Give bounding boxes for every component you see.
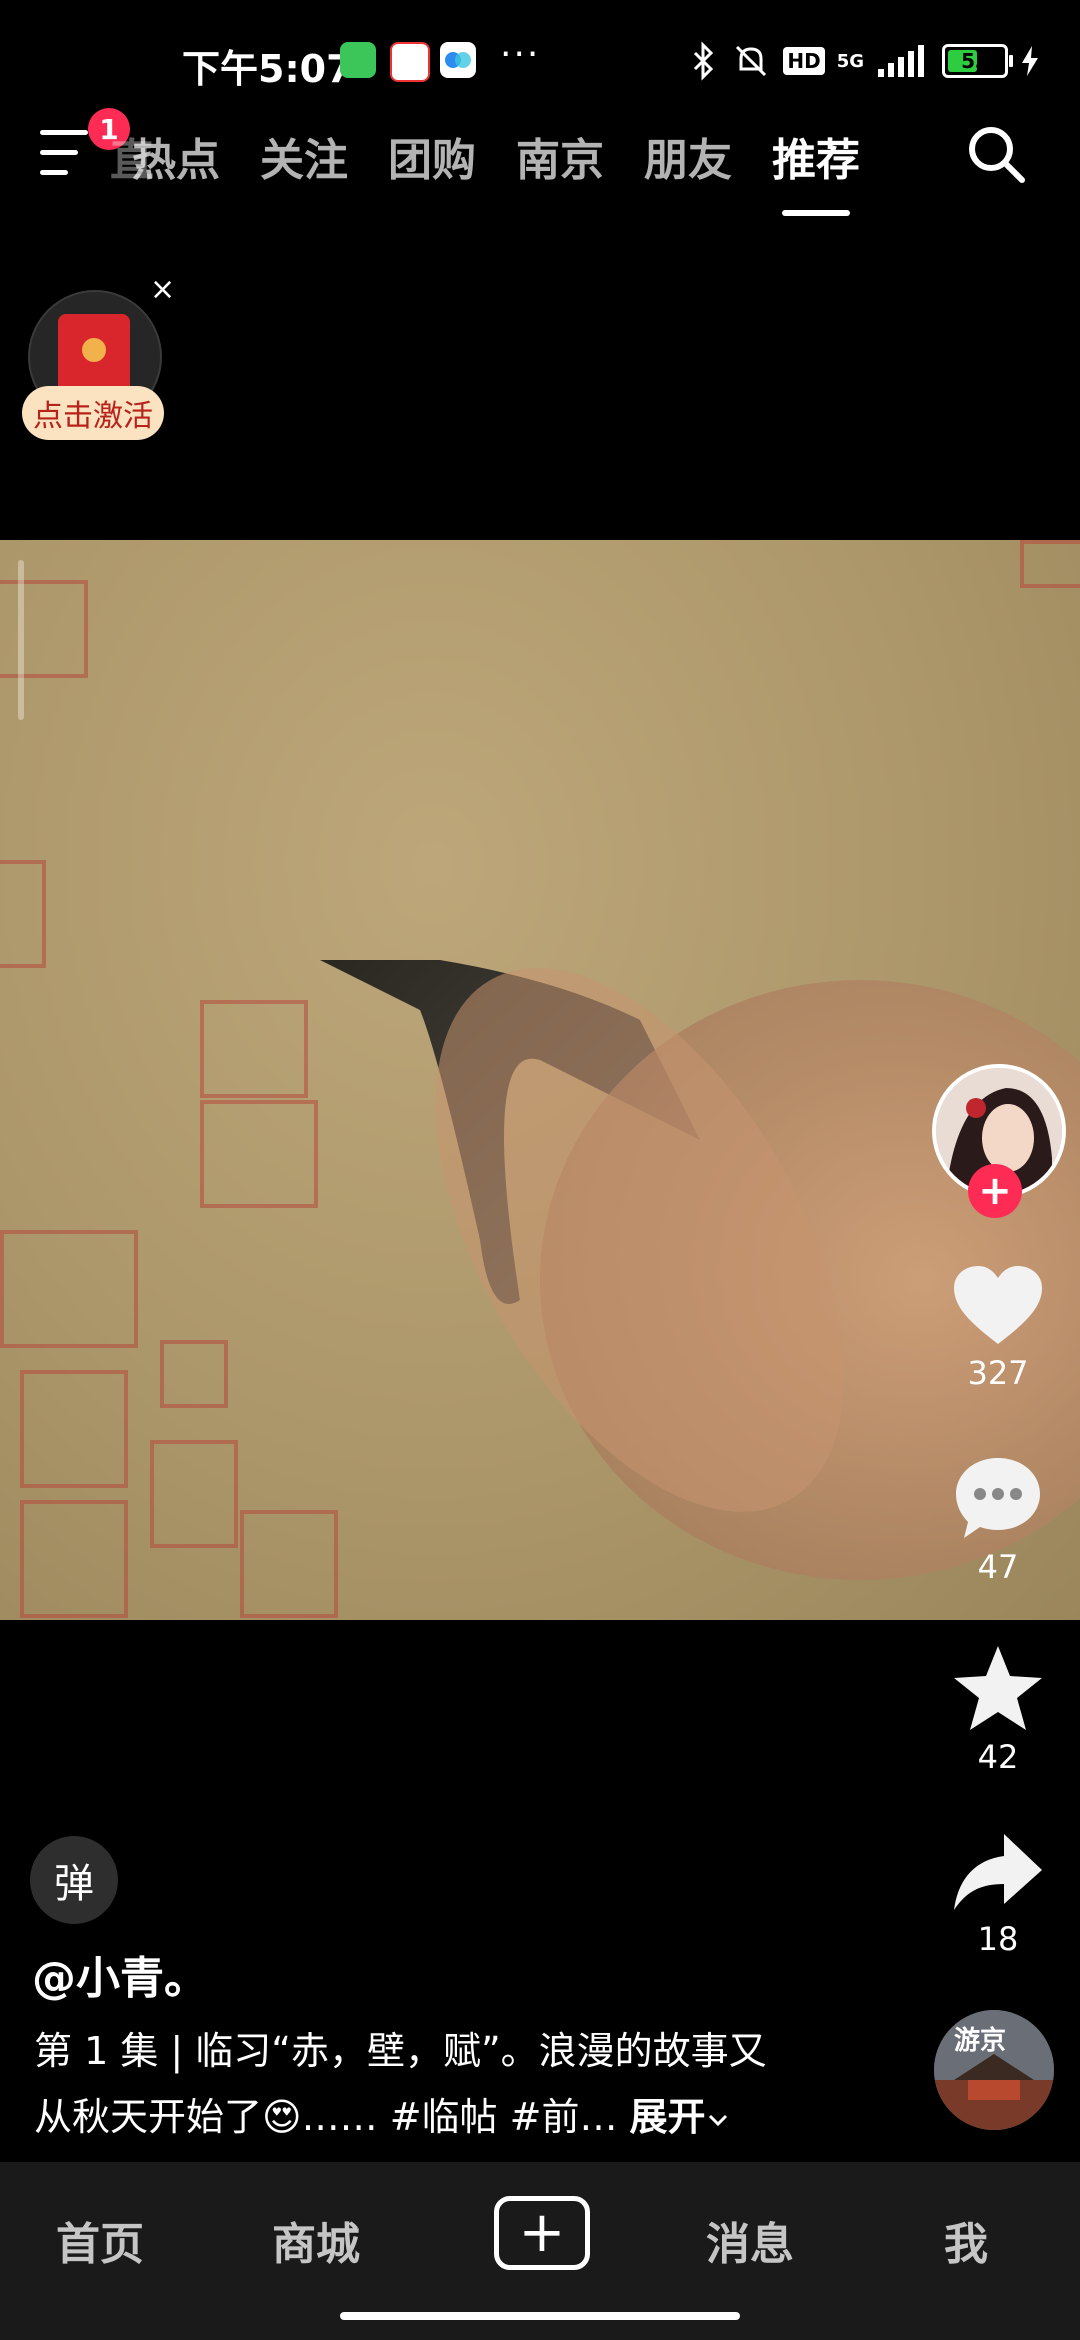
search-icon[interactable] [964, 122, 1028, 186]
music-disc-text: 游京 [954, 2026, 1007, 2056]
tab-friends[interactable]: 朋友 [644, 124, 732, 188]
author-name[interactable]: @小青。 [32, 1942, 208, 2006]
signal-icon [878, 45, 924, 77]
home-indicator[interactable] [340, 2312, 740, 2320]
share-arrow-icon [954, 1834, 1042, 1910]
like-count: 327 [967, 1354, 1029, 1392]
expand-button[interactable]: 展开 [630, 2095, 706, 2139]
bottom-nav-home[interactable]: 首页 [56, 2208, 144, 2272]
like-button[interactable]: 327 [934, 1264, 1062, 1392]
scroll-indicator [18, 560, 24, 720]
favorite-count: 42 [977, 1738, 1019, 1776]
close-icon[interactable]: × [150, 272, 175, 307]
comment-count: 47 [977, 1548, 1019, 1586]
share-count: 18 [977, 1920, 1019, 1958]
follow-button[interactable]: + [968, 1164, 1022, 1218]
create-post-button[interactable]: + [494, 2196, 590, 2270]
star-icon [954, 1646, 1042, 1730]
app-cloud-icon [440, 42, 476, 78]
bell-muted-icon [736, 45, 767, 77]
bottom-nav-mall[interactable]: 商城 [272, 2208, 360, 2272]
status-time: 下午5:07 [182, 47, 353, 91]
post-description-text: 从秋天开始了😍…… #临帖 #前… [34, 2095, 618, 2139]
hd-icon: HD [783, 47, 825, 75]
battery-icon: 53 [942, 44, 1013, 78]
red-envelope-seal-icon [82, 338, 106, 362]
app-58-icon [390, 42, 430, 82]
post-description-line-2: 从秋天开始了😍…… #临帖 #前… 展开 [34, 2086, 730, 2141]
calligraphy-brush-image [320, 960, 1080, 1580]
danmu-toggle-button[interactable]: 弹 [30, 1836, 118, 1924]
bluetooth-icon [694, 41, 714, 81]
charging-icon [1022, 46, 1038, 76]
menu-icon[interactable] [40, 130, 96, 176]
app-notification-icon [340, 42, 376, 78]
top-nav-tabs: 热点 关注 团购 南京 朋友 推荐 [132, 124, 860, 216]
chevron-down-icon[interactable] [706, 2108, 730, 2132]
bottom-nav-messages[interactable]: 消息 [706, 2208, 794, 2272]
tab-nanjing[interactable]: 南京 [516, 124, 604, 188]
post-description-line-1: 第 1 集 | 临习“赤，壁，赋”。浪漫的故事又 [34, 2029, 767, 2073]
favorite-button[interactable]: 42 [934, 1644, 1062, 1776]
share-button[interactable]: 18 [934, 1830, 1062, 1958]
comment-button[interactable]: 47 [934, 1454, 1062, 1586]
battery-level: 53 [961, 49, 989, 73]
video-player[interactable] [0, 540, 1080, 1620]
tab-hot[interactable]: 热点 [132, 124, 220, 188]
activate-button[interactable]: 点击激活 [22, 386, 164, 440]
status-more-icon: ··· [500, 34, 541, 75]
network-label: 5G [836, 50, 864, 72]
comment-icon [956, 1458, 1040, 1538]
tab-group-buy[interactable]: 团购 [388, 124, 476, 188]
music-disc[interactable]: 游京 [934, 2010, 1054, 2130]
status-icons: HD 5G 53 [689, 36, 1040, 86]
tab-following[interactable]: 关注 [260, 124, 348, 188]
bottom-nav-me[interactable]: 我 [944, 2208, 988, 2272]
heart-icon [954, 1266, 1042, 1344]
tab-recommend[interactable]: 推荐 [772, 124, 860, 216]
